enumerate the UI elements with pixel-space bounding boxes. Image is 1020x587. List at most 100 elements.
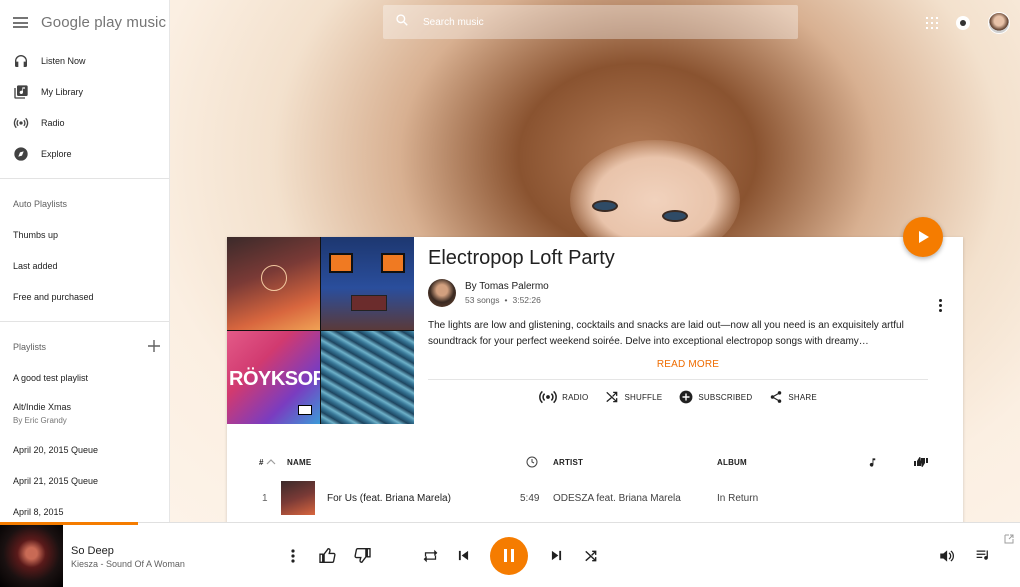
playlists-header: Playlists xyxy=(0,331,169,362)
action-label: SHARE xyxy=(788,392,817,402)
playlist-card: RÖYKSOPP Electropop Loft Party By Tomas … xyxy=(227,237,963,537)
next-track-icon[interactable] xyxy=(546,523,566,587)
app-logo[interactable]: Google play music xyxy=(41,14,166,31)
playlist-item[interactable]: Alt/Indie Xmas By Eric Grandy xyxy=(0,393,169,434)
share-button[interactable]: SHARE xyxy=(769,390,817,404)
playlist-art-mosaic[interactable]: RÖYKSOPP xyxy=(227,237,414,424)
playlist-duration: 3:52:26 xyxy=(512,295,541,305)
column-header-name[interactable]: NAME xyxy=(287,450,311,474)
shuffle-icon xyxy=(605,390,619,404)
account-avatar[interactable] xyxy=(988,12,1010,34)
playlist-item-label: Alt/Indie Xmas xyxy=(13,402,72,412)
playlist-item[interactable]: April 8, 2015 xyxy=(0,496,169,522)
now-playing-artist[interactable]: Kiesza - Sound Of A Woman xyxy=(71,559,185,569)
pause-icon xyxy=(490,536,528,575)
thumbs-down-icon[interactable] xyxy=(351,523,373,587)
track-duration: 5:49 xyxy=(520,492,540,504)
library-icon xyxy=(13,84,29,100)
auto-playlist-last-added[interactable]: Last added xyxy=(0,250,169,281)
thumbs-up-icon[interactable] xyxy=(316,523,338,587)
action-label: SHUFFLE xyxy=(624,392,663,402)
playlist-title: Electropop Loft Party xyxy=(428,247,615,269)
owner-row: By Tomas Palermo 53 songs • 3:52:26 xyxy=(428,279,948,307)
track-name: For Us (feat. Briana Marela) xyxy=(327,492,451,504)
nav-explore[interactable]: Explore xyxy=(0,138,169,169)
album-art-text: RÖYKSOPP xyxy=(229,368,320,390)
apps-grid-icon[interactable] xyxy=(926,17,938,29)
playlist-actions: RADIO SHUFFLE SUBSCRIBED SHARE xyxy=(428,390,948,404)
nav-label: Listen Now xyxy=(41,55,86,66)
previous-track-icon[interactable] xyxy=(453,523,473,587)
nav-label: My Library xyxy=(41,86,84,97)
play-playlist-button[interactable] xyxy=(903,217,943,257)
menu-icon[interactable] xyxy=(13,17,28,28)
track-album[interactable]: In Return xyxy=(717,480,758,516)
thumbs-rating-icon[interactable] xyxy=(913,450,929,474)
now-playing-title[interactable]: So Deep xyxy=(71,545,114,557)
notifications-icon[interactable] xyxy=(956,16,970,30)
subscribed-icon xyxy=(679,390,693,404)
action-label: RADIO xyxy=(562,392,589,402)
column-header-artist[interactable]: ARTIST xyxy=(553,450,583,474)
track-artist[interactable]: ODESZA feat. Briana Marela xyxy=(553,480,681,516)
hero-image-detail xyxy=(662,210,688,222)
track-thumbnail xyxy=(281,480,315,516)
playlist-item-owner: By Eric Grandy xyxy=(13,416,67,425)
play-icon xyxy=(919,231,929,243)
pause-button[interactable] xyxy=(490,523,528,587)
shuffle-icon[interactable] xyxy=(580,523,602,587)
duration-column-icon[interactable] xyxy=(526,450,538,474)
search-input[interactable] xyxy=(423,16,763,28)
search-icon[interactable] xyxy=(395,13,409,32)
column-header-label: # xyxy=(259,457,264,467)
playlist-description: The lights are low and glistening, cockt… xyxy=(428,320,904,347)
radio-icon xyxy=(539,390,558,404)
repeat-icon[interactable] xyxy=(419,523,441,587)
more-options-icon[interactable] xyxy=(283,523,303,587)
album-art xyxy=(227,237,320,330)
track-number: 1 xyxy=(262,492,268,504)
album-art xyxy=(321,331,414,424)
nav-my-library[interactable]: My Library xyxy=(0,76,169,107)
more-options-icon[interactable] xyxy=(932,297,948,313)
column-header-album[interactable]: ALBUM xyxy=(717,450,747,474)
hero-image-detail xyxy=(592,200,618,212)
read-more-link[interactable]: READ MORE xyxy=(428,359,948,370)
owner-avatar[interactable] xyxy=(428,279,456,307)
column-header-num[interactable]: # xyxy=(259,450,276,474)
sidebar: Google play music Listen Now My Library … xyxy=(0,0,170,522)
music-note-icon[interactable] xyxy=(867,450,878,474)
playlist-item[interactable]: A good test playlist xyxy=(0,362,169,393)
song-count: 53 songs xyxy=(465,295,500,305)
album-art: RÖYKSOPP xyxy=(227,331,320,424)
search-bar[interactable] xyxy=(383,5,798,39)
nav-radio[interactable]: Radio xyxy=(0,107,169,138)
nav-label: Explore xyxy=(41,148,72,159)
playlist-item[interactable]: April 21, 2015 Queue xyxy=(0,465,169,496)
playlist-meta: 53 songs • 3:52:26 xyxy=(465,295,541,305)
divider xyxy=(428,379,928,380)
volume-icon[interactable] xyxy=(936,523,956,587)
mini-player-icon[interactable] xyxy=(1004,531,1014,549)
now-playing-art[interactable] xyxy=(0,525,63,587)
auto-playlist-free-purchased[interactable]: Free and purchased xyxy=(0,281,169,312)
nav-listen-now[interactable]: Listen Now xyxy=(0,45,169,76)
table-row[interactable]: 1 For Us (feat. Briana Marela) 5:49 ODES… xyxy=(227,480,963,516)
add-playlist-icon[interactable] xyxy=(148,339,160,354)
radio-button[interactable]: RADIO xyxy=(539,390,588,404)
auto-playlist-thumbs-up[interactable]: Thumbs up xyxy=(0,219,169,250)
playlist-item[interactable]: April 20, 2015 Queue xyxy=(0,434,169,465)
compass-icon xyxy=(13,146,29,162)
player-bar: So Deep Kiesza - Sound Of A Woman xyxy=(0,522,1020,587)
playlist-info: Electropop Loft Party By Tomas Palermo 5… xyxy=(428,247,948,404)
queue-icon[interactable] xyxy=(972,523,994,587)
auto-playlists-header: Auto Playlists xyxy=(13,198,68,209)
share-icon xyxy=(769,390,783,404)
subscribed-button[interactable]: SUBSCRIBED xyxy=(679,390,752,404)
headphones-icon xyxy=(13,53,29,69)
playlist-owner[interactable]: By Tomas Palermo xyxy=(465,281,549,292)
sort-arrow-icon xyxy=(266,459,276,465)
logo-row: Google play music xyxy=(0,0,169,45)
shuffle-button[interactable]: SHUFFLE xyxy=(605,390,662,404)
nav-label: Radio xyxy=(41,117,65,128)
